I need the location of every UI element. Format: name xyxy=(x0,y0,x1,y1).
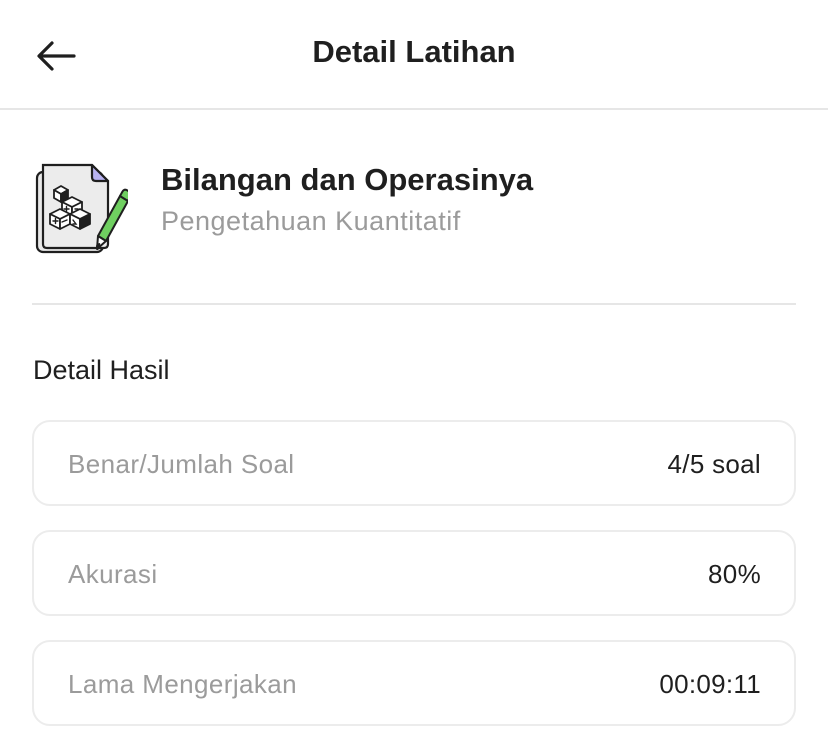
app-header: Detail Latihan xyxy=(0,0,828,110)
topic-title: Bilangan dan Operasinya xyxy=(161,162,534,197)
stat-value: 00:09:11 xyxy=(659,669,761,699)
math-blocks-pencil-icon xyxy=(32,160,132,256)
stat-value: 80% xyxy=(708,559,761,589)
section-divider xyxy=(32,303,796,305)
page-title: Detail Latihan xyxy=(312,34,516,69)
stat-card-correct-answers: Benar/Jumlah Soal 4/5 soal xyxy=(32,420,796,506)
stat-value: 4/5 soal xyxy=(667,449,761,479)
stat-card-duration: Lama Mengerjakan 00:09:11 xyxy=(32,640,796,726)
stat-label: Benar/Jumlah Soal xyxy=(68,449,295,479)
topic-subtitle: Pengetahuan Kuantitatif xyxy=(161,206,461,236)
topic-summary: Bilangan dan Operasinya Pengetahuan Kuan… xyxy=(32,160,796,256)
stat-label: Lama Mengerjakan xyxy=(68,669,297,699)
stat-card-accuracy: Akurasi 80% xyxy=(32,530,796,616)
stat-label: Akurasi xyxy=(68,559,158,589)
section-title-detail-hasil: Detail Hasil xyxy=(33,355,170,385)
detail-latihan-screen: Detail Latihan Bilangan dan Operasinya P… xyxy=(0,0,828,742)
